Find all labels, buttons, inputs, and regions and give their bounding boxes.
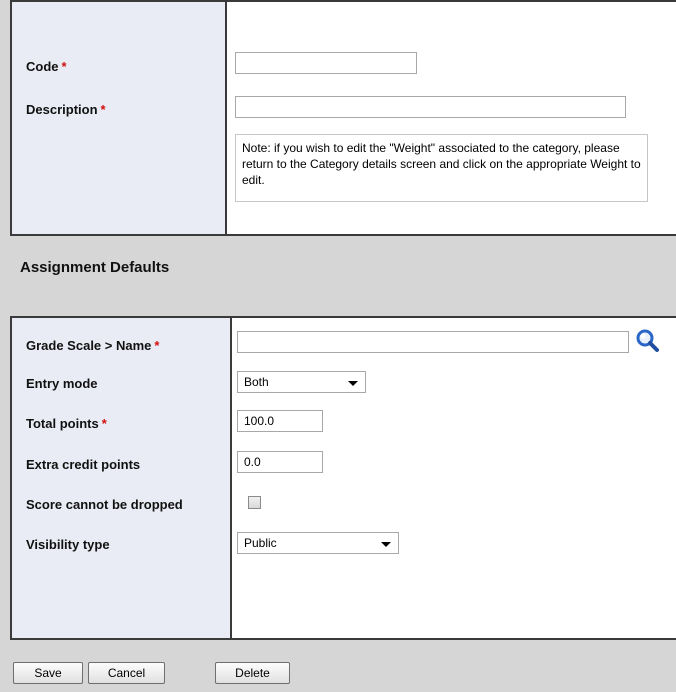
search-icon[interactable]: [635, 328, 661, 354]
grade-scale-label: Grade Scale > Name *: [26, 338, 159, 353]
description-input[interactable]: [235, 96, 626, 118]
visibility-label: Visibility type: [26, 537, 110, 552]
cancel-button[interactable]: Cancel: [88, 662, 165, 684]
chevron-down-icon: [348, 381, 358, 386]
required-marker: *: [101, 416, 107, 431]
code-label-text: Code: [26, 59, 59, 74]
save-button[interactable]: Save: [13, 662, 83, 684]
code-input[interactable]: [235, 52, 417, 74]
total-points-label-text: Total points: [26, 416, 99, 431]
visibility-select[interactable]: Public: [237, 532, 399, 554]
score-dropped-checkbox[interactable]: [248, 496, 261, 509]
code-label: Code *: [26, 59, 67, 74]
description-label: Description *: [26, 102, 106, 117]
chevron-down-icon: [381, 542, 391, 547]
assignment-defaults-panel: Grade Scale > Name * Entry mode Both Tota…: [10, 316, 676, 640]
delete-button[interactable]: Delete: [215, 662, 290, 684]
section-title-assignment-defaults: Assignment Defaults: [20, 259, 170, 276]
total-points-label: Total points *: [26, 416, 107, 431]
label-column: [12, 318, 232, 638]
grade-scale-input[interactable]: [237, 331, 629, 353]
visibility-value: Public: [244, 536, 277, 550]
description-label-text: Description: [26, 102, 98, 117]
extra-credit-label: Extra credit points: [26, 457, 141, 472]
entry-mode-select[interactable]: Both: [237, 371, 366, 393]
score-dropped-label: Score cannot be dropped: [26, 497, 183, 512]
weight-note: Note: if you wish to edit the "Weight" a…: [235, 134, 648, 202]
label-column: [12, 2, 227, 234]
entry-mode-value: Both: [244, 375, 269, 389]
category-details-panel: Code * Description * Note: if you wish to …: [10, 0, 676, 236]
entry-mode-label: Entry mode: [26, 376, 98, 391]
required-marker: *: [61, 59, 67, 74]
extra-credit-input[interactable]: [237, 451, 323, 473]
required-marker: *: [100, 102, 106, 117]
required-marker: *: [154, 338, 160, 353]
grade-scale-label-text: Grade Scale > Name: [26, 338, 152, 353]
total-points-input[interactable]: [237, 410, 323, 432]
